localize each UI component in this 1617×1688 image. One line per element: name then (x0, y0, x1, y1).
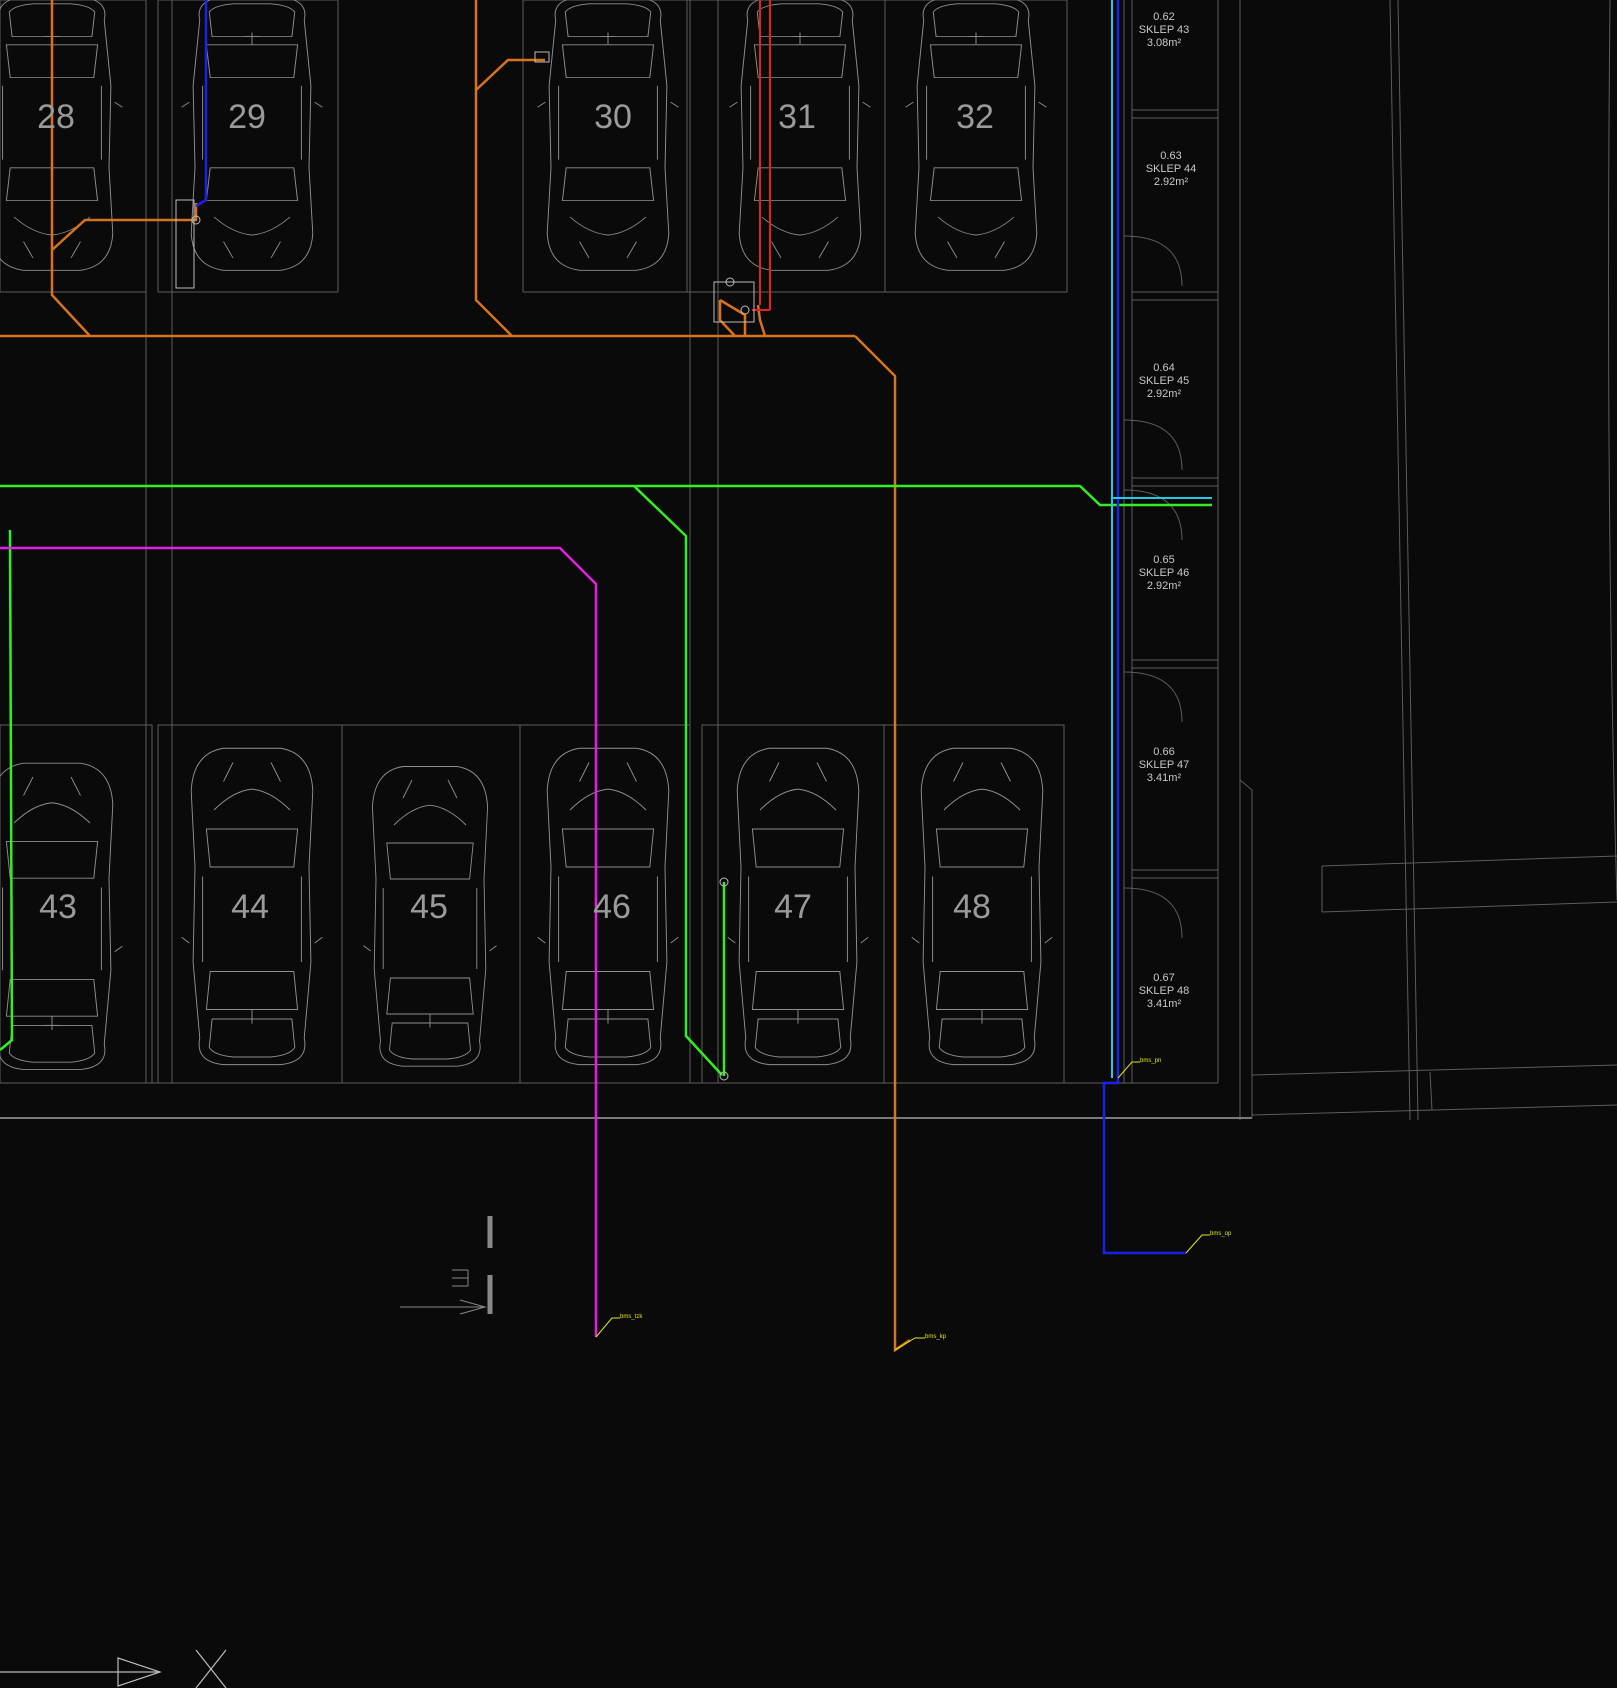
svg-text:0.64: 0.64 (1153, 362, 1174, 374)
storage-room: 0.64 SKLEP 45 2.92m² (1139, 362, 1190, 400)
space-number: 31 (778, 98, 816, 136)
svg-text:3.08m²: 3.08m² (1147, 37, 1182, 49)
pipe-tag: bms_kp (925, 1334, 947, 1340)
parking-numbers-top: 28 29 30 31 32 (37, 98, 994, 136)
svg-text:0.67: 0.67 (1153, 972, 1174, 984)
storage-room: 0.62 SKLEP 43 3.08m² (1139, 11, 1190, 49)
pipe-tag: bms_tzk (620, 1314, 643, 1320)
svg-text:SKLEP 45: SKLEP 45 (1139, 375, 1190, 387)
pipe-magenta (0, 546, 598, 1337)
svg-text:2.92m²: 2.92m² (1154, 176, 1189, 188)
svg-text:SKLEP 44: SKLEP 44 (1146, 163, 1197, 175)
space-number: 30 (594, 98, 632, 136)
tag-leaders (595, 1061, 1210, 1351)
storage-room-labels: 0.62 SKLEP 43 3.08m² 0.63 SKLEP 44 2.92m… (1139, 11, 1197, 1010)
storage-room: 0.67 SKLEP 48 3.41m² (1139, 972, 1190, 1010)
pipe-orange (0, 0, 911, 1353)
space-number: 45 (410, 888, 448, 926)
svg-text:3.41m²: 3.41m² (1147, 772, 1182, 784)
storage-room: 0.63 SKLEP 44 2.92m² (1146, 150, 1197, 188)
pipe-tags: bms_tzk bms_kp bms_op bms_pn (620, 1058, 1232, 1340)
svg-text:SKLEP 46: SKLEP 46 (1139, 567, 1190, 579)
pipe-blue (195, 0, 1186, 1255)
svg-text:2.92m²: 2.92m² (1147, 388, 1182, 400)
space-number: 43 (39, 888, 77, 926)
svg-text:SKLEP 47: SKLEP 47 (1139, 759, 1190, 771)
svg-text:0.65: 0.65 (1153, 554, 1174, 566)
space-number: 44 (231, 888, 269, 926)
space-number: 29 (228, 98, 266, 136)
storage-room: 0.65 SKLEP 46 2.92m² (1139, 554, 1190, 592)
svg-text:0.63: 0.63 (1160, 150, 1181, 162)
pipe-tag: bms_pn (1140, 1058, 1161, 1064)
pipe-green (0, 484, 1212, 1076)
parking-numbers-bottom: 43 44 45 46 47 48 (39, 888, 991, 926)
pipe-tag: bms_op (1210, 1231, 1232, 1237)
section-marker (400, 1216, 493, 1315)
svg-text:SKLEP 43: SKLEP 43 (1139, 24, 1190, 36)
ucs-axis-icon (0, 1649, 227, 1688)
svg-text:3.41m²: 3.41m² (1147, 998, 1182, 1010)
svg-text:2.92m²: 2.92m² (1147, 580, 1182, 592)
cad-drawing: 28 29 30 31 32 43 44 45 46 47 48 0.62 SK… (0, 0, 1617, 1688)
space-number: 47 (774, 888, 812, 926)
svg-text:SKLEP 48: SKLEP 48 (1139, 985, 1190, 997)
svg-text:0.66: 0.66 (1153, 746, 1174, 758)
space-number: 28 (37, 98, 75, 136)
storage-room: 0.66 SKLEP 47 3.41m² (1139, 746, 1190, 784)
space-number: 48 (953, 888, 991, 926)
space-number: 32 (956, 98, 994, 136)
svg-text:0.62: 0.62 (1153, 11, 1174, 23)
space-number: 46 (593, 888, 631, 926)
